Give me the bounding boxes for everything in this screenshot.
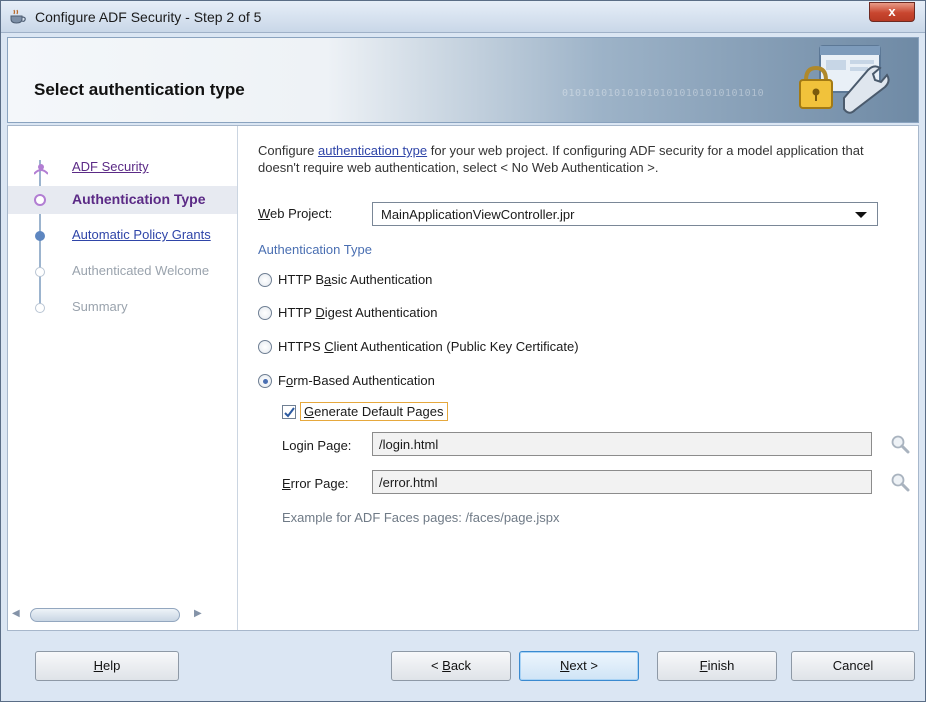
example-hint-text: Example for ADF Faces pages: /faces/page… — [282, 510, 560, 525]
next-button[interactable]: Next > — [519, 651, 639, 681]
step-current-icon — [34, 194, 46, 206]
authentication-type-link[interactable]: authentication type — [318, 143, 427, 158]
nav-step-authenticated-welcome: Authenticated Welcome — [8, 258, 237, 286]
lock-wrench-icon — [792, 40, 890, 120]
web-project-value: MainApplicationViewController.jpr — [381, 207, 575, 222]
label-rest: eb Project: — [270, 206, 333, 221]
banner-binary-decoration: 0101010101010101010101010101010 — [562, 88, 765, 99]
checkmark-icon — [284, 407, 295, 418]
window-title: Configure ADF Security - Step 2 of 5 — [35, 9, 262, 25]
wizard-content: ADF Security Authentication Type Automat… — [7, 125, 919, 631]
magnifier-icon[interactable] — [890, 472, 910, 492]
scroll-right-icon[interactable]: ▶ — [194, 608, 202, 619]
dropdown-caret-icon — [855, 212, 867, 218]
radio-button[interactable] — [258, 306, 272, 320]
finish-button[interactable]: Finish — [657, 651, 777, 681]
radio-button-selected[interactable] — [258, 374, 272, 388]
error-page-input[interactable]: /error.html — [372, 470, 872, 494]
login-page-input[interactable]: /login.html — [372, 432, 872, 456]
intro-text: Configure authentication type for your w… — [258, 142, 908, 176]
scroll-left-icon[interactable]: ◀ — [12, 608, 20, 619]
nav-step-automatic-policy-grants[interactable]: Automatic Policy Grants — [8, 222, 237, 250]
nav-step-label: Summary — [72, 299, 128, 314]
radio-label: HTTP Digest Authentication — [278, 305, 438, 320]
back-button[interactable]: < Back — [391, 651, 511, 681]
generate-default-pages-label: Generate Default Pages — [300, 402, 448, 421]
nav-step-label: Authentication Type — [72, 191, 206, 207]
login-page-label: Login Page: — [282, 438, 352, 453]
nav-step-label: Automatic Policy Grants — [72, 227, 211, 242]
web-project-label: Web Project: — [258, 206, 332, 221]
mnemonic: W — [258, 206, 271, 221]
authentication-type-section-title: Authentication Type — [258, 242, 372, 257]
app-cup-icon — [9, 9, 27, 25]
nav-step-label: ADF Security — [72, 159, 149, 174]
radio-label: HTTP Basic Authentication — [278, 272, 433, 287]
step-dot-icon — [35, 303, 45, 313]
page-title: Select authentication type — [34, 80, 245, 99]
nav-step-adf-security[interactable]: ADF Security — [8, 154, 237, 182]
step-dot-icon — [35, 267, 45, 277]
cancel-button[interactable]: Cancel — [791, 651, 915, 681]
magnifier-icon[interactable] — [890, 434, 910, 454]
error-page-label: Error Page: — [282, 476, 349, 491]
nav-horizontal-scrollbar[interactable]: ◀ ▶ — [8, 606, 237, 624]
radio-button[interactable] — [258, 273, 272, 287]
radio-label: Form-Based Authentication — [278, 373, 435, 388]
error-page-value: /error.html — [379, 475, 438, 490]
radio-label: HTTPS Client Authentication (Public Key … — [278, 339, 579, 354]
nav-step-authentication-type[interactable]: Authentication Type — [8, 186, 237, 214]
scroll-thumb[interactable] — [30, 608, 180, 622]
generate-default-pages-checkbox[interactable] — [282, 405, 296, 419]
nav-step-summary: Summary — [8, 294, 237, 322]
help-button[interactable]: Help — [35, 651, 179, 681]
step-person-icon — [33, 162, 49, 175]
main-panel: Configure authentication type for your w… — [246, 126, 918, 630]
login-page-value: /login.html — [379, 437, 439, 452]
close-icon: x — [888, 4, 896, 19]
close-button[interactable]: x — [869, 2, 915, 22]
intro-prefix: Configure — [258, 143, 318, 158]
radio-button[interactable] — [258, 340, 272, 354]
web-project-select[interactable]: MainApplicationViewController.jpr — [372, 202, 878, 226]
header-banner: Select authentication type 0101010101010… — [7, 37, 919, 123]
wizard-step-nav: ADF Security Authentication Type Automat… — [8, 126, 238, 630]
nav-step-label: Authenticated Welcome — [72, 263, 210, 278]
step-dot-icon — [35, 231, 45, 241]
title-bar[interactable]: Configure ADF Security - Step 2 of 5 x — [1, 1, 925, 33]
wizard-window: Configure ADF Security - Step 2 of 5 x S… — [0, 0, 926, 702]
